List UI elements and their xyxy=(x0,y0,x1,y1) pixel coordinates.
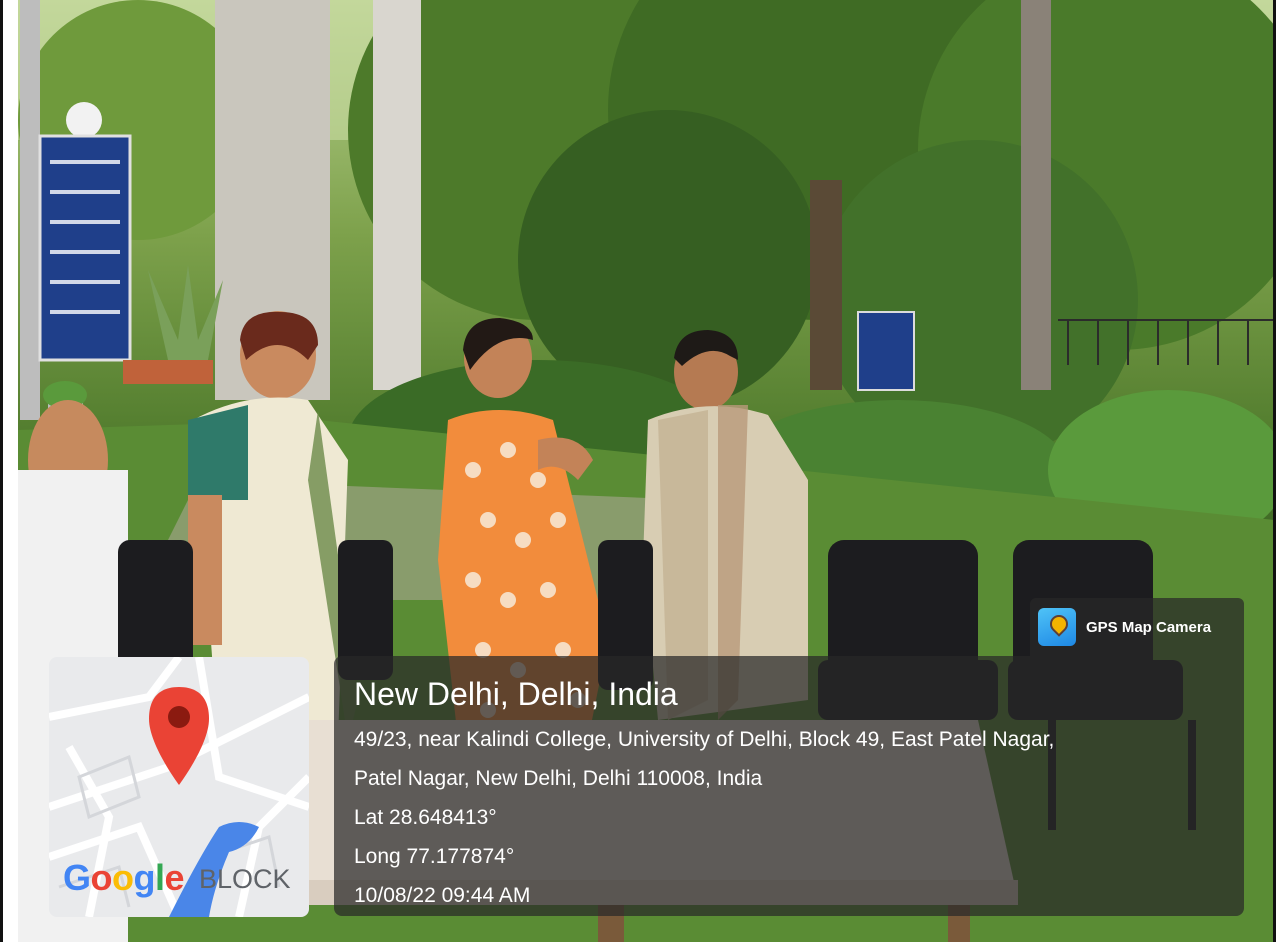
city-line: New Delhi, Delhi, India xyxy=(354,676,678,712)
signboard xyxy=(857,311,915,391)
signboard xyxy=(38,134,132,362)
gps-camera-stamp: GPS Map Camera xyxy=(1030,598,1244,656)
palm-trunk xyxy=(1021,0,1051,390)
timestamp-text: 10/08/22 09:44 AM xyxy=(354,884,531,907)
google-logo: Google xyxy=(63,857,185,898)
map-pin-icon xyxy=(1038,608,1076,646)
frame-border xyxy=(0,0,3,942)
frame-border xyxy=(1273,0,1276,942)
map-street-label: BLOCK xyxy=(199,864,291,894)
geo-info-panel: New Delhi, Delhi, India 49/23, near Kali… xyxy=(334,656,1244,916)
tree-trunk xyxy=(810,180,842,390)
address-line-1: 49/23, near Kalindi College, University … xyxy=(354,728,1055,751)
palm-trunk xyxy=(373,0,421,390)
stamp-label: GPS Map Camera xyxy=(1086,618,1212,636)
address-line-2: Patel Nagar, New Delhi, Delhi 110008, In… xyxy=(354,767,763,790)
longitude-text: Long 77.177874° xyxy=(354,845,515,868)
latitude-text: Lat 28.648413° xyxy=(354,806,497,829)
map-thumbnail: Google BLOCK xyxy=(49,657,309,917)
